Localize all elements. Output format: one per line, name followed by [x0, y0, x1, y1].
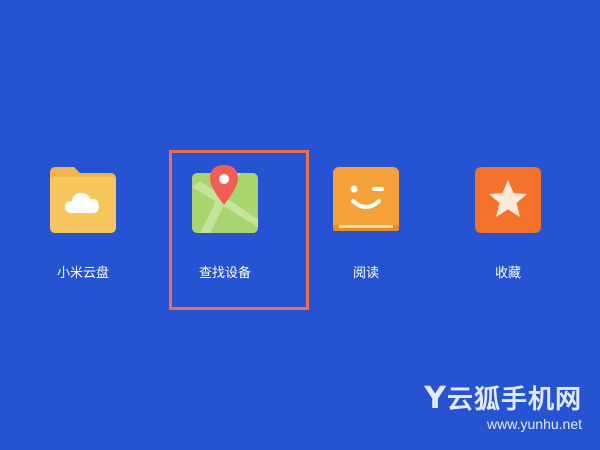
watermark-letter: Y — [424, 381, 447, 416]
smiley-book-icon — [331, 163, 401, 235]
star-icon — [473, 163, 543, 235]
app-label: 阅读 — [352, 266, 379, 281]
watermark: Y云狐手机网 www.yunhu.net — [424, 384, 582, 433]
app-label: 小米云盘 — [56, 266, 109, 281]
watermark-logo: Y云狐手机网 — [424, 384, 582, 415]
watermark-url: www.yunhu.net — [487, 416, 582, 432]
watermark-name: 云狐手机网 — [446, 385, 582, 415]
app-label: 收藏 — [494, 266, 521, 281]
cloud-folder-icon — [48, 163, 118, 235]
highlight-box — [169, 150, 309, 310]
